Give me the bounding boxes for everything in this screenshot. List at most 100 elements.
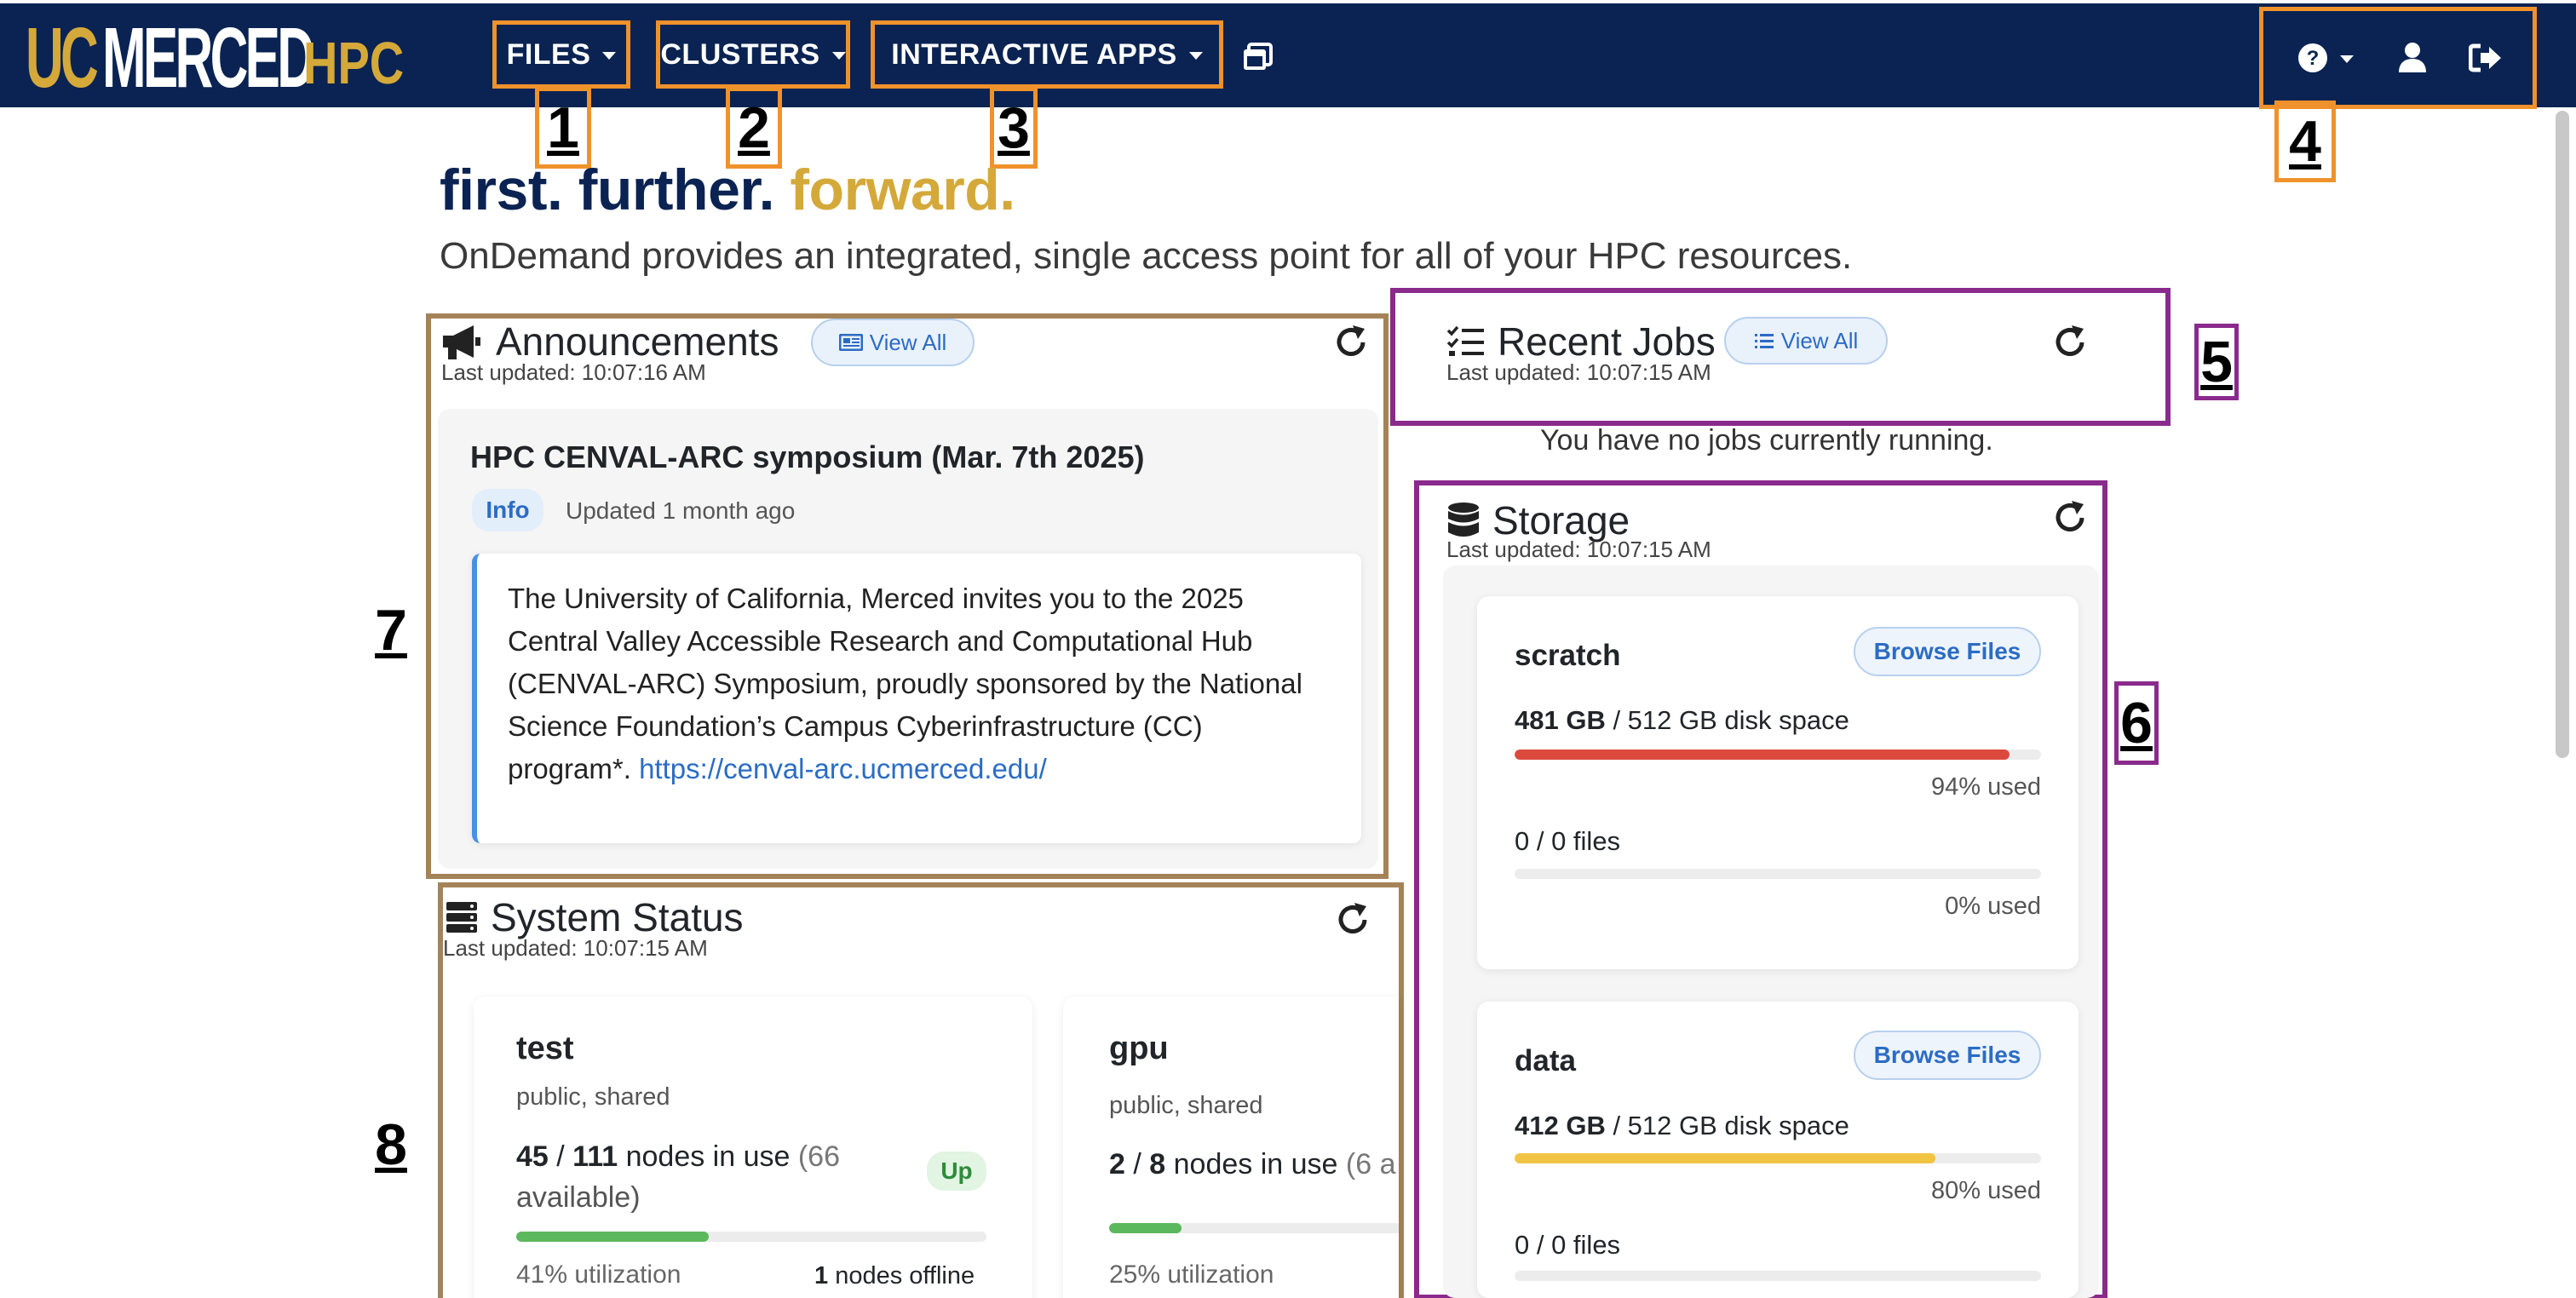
cluster-card-test: test public, shared 45 / 111 nodes in us… xyxy=(474,996,1032,1298)
nav-clusters-dropdown[interactable]: CLUSTERS xyxy=(656,20,850,89)
storage-used: 481 GB xyxy=(1515,705,1606,735)
cluster-tags: public, shared xyxy=(1109,1092,1263,1119)
announcement-line-5: program*. https://cenval-arc.ucmerced.ed… xyxy=(508,748,1302,790)
user-profile-button[interactable] xyxy=(2391,37,2434,79)
nav-clusters-label: CLUSTERS xyxy=(660,37,820,71)
announcement-line-3: (CENVAL-ARC) Symposium, proudly sponsore… xyxy=(508,668,1302,699)
storage-files: 0 / 0 files xyxy=(1515,826,1621,856)
storage-name: data xyxy=(1515,1044,1576,1077)
storage-disk-pct: 80% used xyxy=(1931,1177,2041,1204)
cluster-available-1: (6 a xyxy=(1345,1148,1396,1180)
cluster-available-2: available) xyxy=(516,1181,641,1214)
database-icon xyxy=(1448,503,1479,537)
ucmerced-hpc-logo[interactable]: UC MERCED HPC xyxy=(26,10,429,106)
tagline-part2: forward. xyxy=(790,158,1015,222)
system-status-heading: System Status xyxy=(445,894,744,940)
storage-files: 0 / 0 files xyxy=(1515,1230,1621,1260)
logout-button[interactable] xyxy=(2464,37,2507,79)
recent-jobs-empty-message: You have no jobs currently running. xyxy=(1540,424,1993,457)
marker-8: 8 xyxy=(375,1112,407,1177)
refresh-storage-icon[interactable] xyxy=(2051,499,2089,537)
tagline: first. further. forward. xyxy=(440,157,1015,223)
sign-out-icon xyxy=(2469,43,2501,72)
question-circle-icon: ? xyxy=(2298,43,2327,72)
announcement-updated: Updated 1 month ago xyxy=(566,497,796,524)
cluster-nodes-used: 45 xyxy=(516,1140,549,1173)
chevron-down-icon xyxy=(2340,55,2354,63)
cluster-name: gpu xyxy=(1109,1031,1169,1066)
page-scrollbar[interactable] xyxy=(2556,111,2569,758)
announcement-link[interactable]: https://cenval-arc.ucmerced.edu/ xyxy=(639,753,1047,784)
nav-files-label: FILES xyxy=(506,37,591,71)
cluster-nodes-label: nodes in use xyxy=(1165,1148,1346,1180)
announcements-heading: Announcements xyxy=(440,319,779,365)
marker-6: 6 xyxy=(2114,681,2159,765)
cluster-utilization-bar xyxy=(516,1232,986,1242)
newspaper-icon xyxy=(838,334,863,351)
server-icon xyxy=(446,902,477,933)
marker-5: 5 xyxy=(2194,324,2239,400)
storage-used: 412 GB xyxy=(1515,1111,1606,1140)
cluster-nodes-label: nodes in use xyxy=(618,1140,798,1173)
announcement-line-4: Science Foundation’s Campus Cyberinfrast… xyxy=(508,710,1203,742)
storage-disk-fill xyxy=(1515,750,2010,760)
help-dropdown[interactable]: ? xyxy=(2289,37,2360,79)
storage-disk-bar xyxy=(1515,1153,2041,1163)
recent-jobs-view-all-button[interactable]: View All xyxy=(1724,317,1888,365)
browse-files-button[interactable]: Browse Files xyxy=(1854,627,2041,676)
chevron-down-icon xyxy=(602,51,617,60)
storage-card-scratch: scratch Browse Files 481 GB / 512 GB dis… xyxy=(1477,596,2079,969)
cluster-tags: public, shared xyxy=(516,1083,670,1111)
nav-interactive-apps-label: INTERACTIVE APPS xyxy=(891,37,1177,71)
windows-stack-icon xyxy=(1244,43,1273,70)
cluster-offline: 1 nodes offline xyxy=(814,1262,975,1290)
announcement-badge: Info xyxy=(472,489,543,531)
user-icon xyxy=(2399,43,2426,72)
page: UC MERCED HPC FILES CLUSTERS INTERACTIVE… xyxy=(0,0,2576,1298)
announcements-view-all-button[interactable]: View All xyxy=(811,319,975,366)
my-sessions-button[interactable] xyxy=(1237,37,1278,78)
tagline-part1: first. further. xyxy=(440,158,775,222)
logo-hpc: HPC xyxy=(303,30,405,96)
browse-files-button[interactable]: Browse Files xyxy=(1854,1031,2041,1080)
cluster-nodes-used: 2 xyxy=(1109,1148,1125,1180)
cluster-status-badge: Up xyxy=(927,1152,986,1191)
nav-files-dropdown[interactable]: FILES xyxy=(492,20,630,89)
storage-disk-usage: 481 GB / 512 GB disk space xyxy=(1515,705,1849,736)
announcement-title: HPC CENVAL-ARC symposium (Mar. 7th 2025) xyxy=(470,439,1145,474)
cluster-utilization-bar xyxy=(1109,1223,1399,1233)
marker-4: 4 xyxy=(2274,101,2336,182)
logo-uc: UC xyxy=(26,10,99,106)
storage-card-data: data Browse Files 412 GB / 512 GB disk s… xyxy=(1477,1002,2079,1298)
announcements-title: Announcements xyxy=(496,319,779,364)
logo-merced: MERCED xyxy=(102,10,315,106)
cluster-nodes-in-use: 45 / 111 nodes in use (66 available) xyxy=(516,1140,840,1214)
bullhorn-icon xyxy=(443,325,480,359)
announcement-line-2: Central Valley Accessible Research and C… xyxy=(508,625,1253,657)
list-check-icon xyxy=(1446,325,1484,356)
svg-text:?: ? xyxy=(2307,47,2320,70)
refresh-announcements-icon[interactable] xyxy=(1332,324,1370,361)
storage-disk-bar xyxy=(1515,750,2041,760)
chevron-down-icon xyxy=(831,51,846,60)
recent-jobs-view-all-label: View All xyxy=(1780,327,1859,353)
system-status-title: System Status xyxy=(491,895,744,939)
cluster-nodes-in-use: 2 / 8 nodes in use (6 a xyxy=(1109,1148,1396,1180)
cluster-utilization-fill xyxy=(1109,1223,1182,1233)
storage-disk-fill xyxy=(1515,1153,1936,1163)
announcement-line-1: The University of California, Merced inv… xyxy=(508,583,1244,614)
refresh-system-status-icon[interactable] xyxy=(1334,901,1371,939)
storage-name: scratch xyxy=(1515,639,1621,672)
recent-jobs-heading: Recent Jobs xyxy=(1446,319,1716,365)
storage-files-pct: 0% used xyxy=(1945,893,2041,920)
announcements-last-updated: Last updated: 10:07:16 AM xyxy=(441,359,706,385)
announcement-line-5-prefix: program*. xyxy=(508,753,640,784)
subtitle: OnDemand provides an integrated, single … xyxy=(440,235,1853,277)
storage-files-bar xyxy=(1515,869,2041,879)
recent-jobs-last-updated: Last updated: 10:07:15 AM xyxy=(1446,359,1711,385)
cluster-utilization-text: 25% utilization xyxy=(1109,1261,1274,1289)
refresh-recent-jobs-icon[interactable] xyxy=(2051,324,2089,361)
cluster-offline-count: 1 xyxy=(814,1262,829,1289)
storage-total: / 512 GB disk space xyxy=(1605,705,1849,735)
nav-interactive-apps-dropdown[interactable]: INTERACTIVE APPS xyxy=(871,20,1223,89)
